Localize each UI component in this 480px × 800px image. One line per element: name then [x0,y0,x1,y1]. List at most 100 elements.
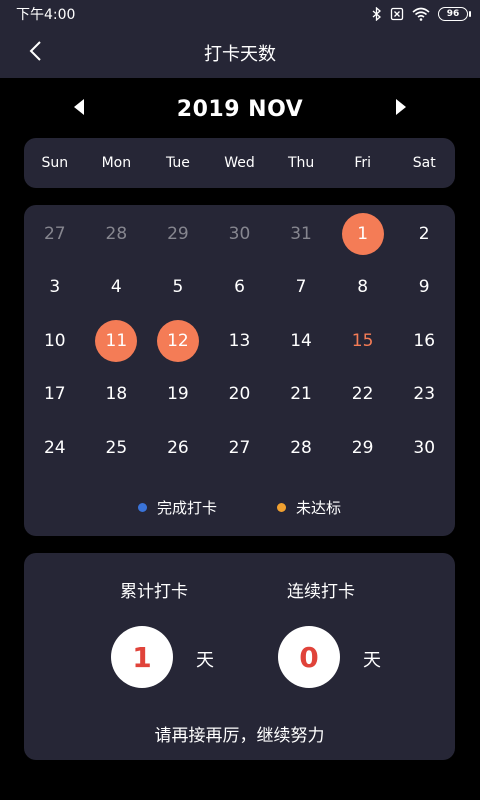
legend-not-reached: 未达标 [277,497,341,518]
calendar-day-cell[interactable]: 4 [86,261,148,315]
legend-completed: 完成打卡 [137,497,217,518]
calendar-day-cell[interactable]: 6 [209,261,271,315]
legend-dot-not-reached [277,503,286,512]
calendar-day-cell[interactable]: 17 [24,368,86,422]
month-title: 2019 NOV [176,96,304,122]
calendar-day-number: 13 [228,330,251,351]
calendar-day-cell[interactable]: 1 [332,207,394,261]
legend-dot-completed [137,503,147,512]
calendar-day-cell[interactable]: 13 [209,314,271,368]
status-bar: 下午4:00 96 [0,0,480,28]
calendar-day-cell[interactable]: 14 [270,314,332,368]
calendar-day-cell[interactable]: 26 [147,421,209,475]
calendar-day-cell[interactable]: 29 [147,207,209,261]
calendar-day-cell[interactable]: 16 [393,314,455,368]
calendar-day-number: 26 [167,437,189,458]
battery-level: 96 [446,9,460,19]
calendar-day-cell[interactable]: 23 [393,368,455,422]
calendar-day-number: 23 [413,384,436,405]
legend-label-not-reached: 未达标 [296,499,342,517]
calendar-day-number: 2 [418,223,430,244]
triangle-left-icon [73,98,85,120]
calendar-day-number: 30 [228,223,251,244]
stats-card: 累计打卡 连续打卡 1 天 0 天 请再接再厉，继续努力 [24,553,455,760]
bluetooth-icon [372,7,382,21]
calendar-day-number: 29 [167,223,189,244]
calendar-day-number: 10 [43,330,66,351]
total-checkin-unit: 天 [196,650,214,671]
legend-label-completed: 完成打卡 [156,499,217,517]
calendar-day-cell[interactable]: 8 [332,261,394,315]
calendar-day-cell[interactable]: 22 [332,368,394,422]
calendar-day-cell[interactable]: 9 [393,261,455,315]
battery-icon: 96 [438,7,471,21]
calendar-day-number: 18 [105,384,128,405]
calendar-day-number: 11 [95,319,138,362]
weekday-fri: Fri [354,155,372,171]
calendar-day-cell[interactable]: 18 [86,368,148,422]
calendar-day-number: 20 [228,384,251,405]
calendar-day-cell[interactable]: 11 [86,314,148,368]
calendar-grid: 27 28 29 30 31 1 2 3 4 5 6 7 8 9 10 11 12 13 14 15 16 17 18 19 2… [24,207,455,475]
calendar-day-cell[interactable]: 27 [209,421,271,475]
weekday-wed: Wed [224,155,255,171]
page-title: 打卡天数 [204,44,276,65]
encouragement-message: 请再接再厉，继续努力 [154,726,325,746]
total-checkin-label: 累计打卡 [120,582,188,602]
streak-checkin-value: 0 [278,626,340,688]
calendar-day-number: 31 [290,223,312,244]
weekday-thu: Thu [287,155,315,171]
streak-checkin-unit: 天 [363,650,381,671]
calendar-day-cell[interactable]: 3 [24,261,86,315]
calendar-day-number: 21 [290,384,312,405]
calendar-day-cell[interactable]: 5 [147,261,209,315]
next-month-button[interactable] [390,98,412,120]
calendar-day-cell[interactable]: 19 [147,368,209,422]
calendar-legend: 完成打卡 未达标 [24,497,455,518]
app-bar: 打卡天数 [0,28,480,78]
status-icons: 96 [372,7,471,21]
calendar-day-number: 14 [290,330,312,351]
wifi-icon [412,7,430,21]
calendar-day-number: 16 [413,330,436,351]
calendar-day-number: 28 [105,223,128,244]
weekday-tue: Tue [165,155,190,171]
calendar-day-cell[interactable]: 7 [270,261,332,315]
back-button[interactable] [28,38,64,68]
calendar-day-number: 5 [172,277,184,298]
calendar-day-cell[interactable]: 24 [24,421,86,475]
calendar-day-number: 24 [43,437,66,458]
calendar-day-number: 9 [418,277,430,298]
calendar-day-number: 17 [43,384,66,405]
calendar-day-number: 12 [156,319,199,362]
triangle-right-icon [395,98,407,120]
calendar-day-cell[interactable]: 12 [147,314,209,368]
weekday-sat: Sat [412,155,436,171]
calendar-day-cell[interactable]: 30 [393,421,455,475]
calendar-day-number: 27 [228,437,251,458]
prev-month-button[interactable] [68,98,90,120]
calendar-day-number: 15 [351,330,374,351]
calendar-day-cell[interactable]: 15 [332,314,394,368]
calendar-day-cell[interactable]: 10 [24,314,86,368]
calendar-day-cell[interactable]: 30 [209,207,271,261]
chevron-left-icon [28,40,42,66]
calendar-day-cell[interactable]: 2 [393,207,455,261]
calendar-day-cell[interactable]: 21 [270,368,332,422]
calendar-day-number: 30 [413,437,436,458]
calendar-day-cell[interactable]: 31 [270,207,332,261]
calendar-day-cell[interactable]: 25 [86,421,148,475]
calendar-day-cell[interactable]: 29 [332,421,394,475]
total-checkin-value: 1 [111,626,173,688]
calendar-day-number: 6 [234,277,245,298]
month-navigation: 2019 NOV [0,84,480,134]
calendar-day-cell[interactable]: 20 [209,368,271,422]
calendar-day-number: 7 [295,277,307,298]
calendar-day-cell[interactable]: 28 [86,207,148,261]
weekday-mon: Mon [101,155,132,171]
calendar-day-number: 19 [167,384,189,405]
calendar-day-cell[interactable]: 27 [24,207,86,261]
calendar-day-number: 28 [290,437,312,458]
calendar-day-cell[interactable]: 28 [270,421,332,475]
weekday-header: Sun Mon Tue Wed Thu Fri Sat [24,138,455,188]
